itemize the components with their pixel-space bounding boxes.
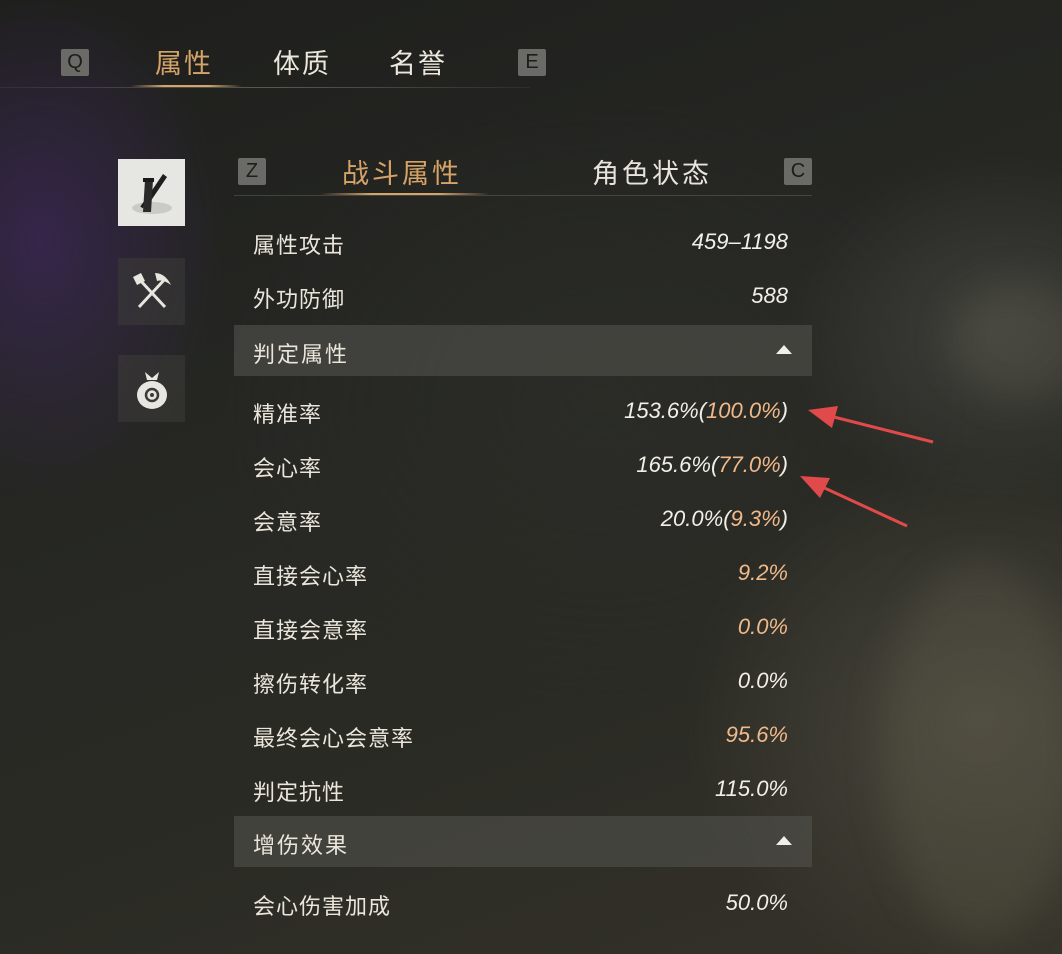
tab-physique[interactable]: 体质	[273, 42, 331, 81]
paren-open: (	[723, 506, 731, 531]
next-tab-key-e[interactable]: E	[518, 49, 546, 76]
stat-main-value: 165.6%	[636, 452, 711, 477]
paren-open: (	[698, 398, 707, 423]
stat-label: 直接会意率	[253, 619, 369, 644]
stat-label: 精准率	[253, 403, 323, 428]
stat-row-direct-intent: 直接会意率 0.0%	[234, 600, 812, 654]
stat-label: 会心伤害加成	[253, 895, 392, 920]
stat-value: 115.0%	[715, 776, 788, 801]
subtabs-divider	[234, 195, 812, 196]
stat-main-value: 153.6%	[624, 398, 699, 423]
stat-extra-value: 100.0%	[706, 398, 781, 423]
stat-label: 外功防御	[253, 288, 346, 313]
stat-label: 最终会心会意率	[253, 727, 415, 752]
stat-label: 判定抗性	[253, 781, 346, 806]
stat-value: 588	[751, 283, 788, 308]
tab-reputation[interactable]: 名誉	[389, 42, 447, 81]
stat-value: 153.6%(100.0%)	[624, 398, 788, 424]
collapse-caret-icon[interactable]	[776, 836, 792, 845]
stat-row-graze-convert: 擦伤转化率 0.0%	[234, 654, 812, 708]
stat-row-defense: 外功防御 588	[234, 269, 812, 323]
collapse-caret-icon[interactable]	[776, 345, 792, 354]
section-title: 判定属性	[253, 343, 350, 368]
paren-close: )	[780, 506, 788, 531]
side-tab-weapon[interactable]	[118, 159, 185, 226]
stat-value: 95.6%	[725, 722, 788, 747]
stat-label: 擦伤转化率	[253, 673, 369, 698]
stat-row-crit-damage: 会心伤害加成 50.0%	[234, 876, 812, 930]
stat-main-value: 20.0%	[660, 506, 724, 531]
stat-value: 0.0%	[737, 668, 788, 693]
stat-label: 直接会心率	[253, 565, 369, 590]
prev-subtab-key-z[interactable]: Z	[238, 158, 266, 185]
annotation-arrow	[800, 476, 908, 528]
stat-value: 9.2%	[737, 560, 788, 585]
background-rock	[950, 280, 1062, 400]
top-tabs-divider	[0, 87, 530, 88]
background-rock	[880, 560, 1062, 940]
money-bag-icon	[136, 371, 167, 409]
prev-tab-key-q[interactable]: Q	[61, 49, 89, 76]
stat-value: 50.0%	[725, 890, 788, 915]
paren-close: )	[780, 398, 788, 423]
stat-label: 会心率	[253, 457, 323, 482]
annotation-arrow	[808, 406, 934, 444]
stat-label: 属性攻击	[253, 234, 346, 259]
stat-value: 165.6%(77.0%)	[636, 452, 788, 478]
tab-attributes[interactable]: 属性	[155, 42, 213, 81]
section-header-judgement[interactable]: 判定属性	[234, 325, 812, 376]
stat-value: 0.0%	[737, 614, 788, 639]
paren-close: )	[780, 452, 788, 477]
side-tab-money[interactable]	[118, 355, 185, 422]
next-subtab-key-c[interactable]: C	[784, 158, 812, 185]
stat-row-attack: 属性攻击 459–1198	[234, 215, 812, 269]
stat-extra-value: 9.3%	[730, 506, 781, 531]
stat-row-accuracy: 精准率 153.6%(100.0%)	[234, 384, 812, 438]
stat-row-final-crit-intent: 最终会心会意率 95.6%	[234, 708, 812, 762]
stat-row-intent: 会意率 20.0%(9.3%)	[234, 492, 812, 546]
stat-row-direct-crit: 直接会心率 9.2%	[234, 546, 812, 600]
subtab-character-status[interactable]: 角色状态	[592, 152, 712, 191]
stat-value: 20.0%(9.3%)	[661, 506, 788, 532]
stat-value: 459–1198	[691, 229, 788, 254]
section-title: 增伤效果	[253, 834, 350, 859]
stat-extra-value: 77.0%	[718, 452, 781, 477]
section-header-damage[interactable]: 增伤效果	[234, 816, 812, 867]
stat-row-crit: 会心率 165.6%(77.0%)	[234, 438, 812, 492]
side-tab-tools[interactable]	[118, 258, 185, 325]
tools-shovel-pickaxe-icon	[132, 272, 171, 308]
subtab-combat-attributes[interactable]: 战斗属性	[342, 152, 462, 191]
weapon-sword-icon	[131, 173, 172, 214]
stat-label: 会意率	[253, 511, 323, 536]
stat-row-judgement-resist: 判定抗性 115.0%	[234, 762, 812, 816]
